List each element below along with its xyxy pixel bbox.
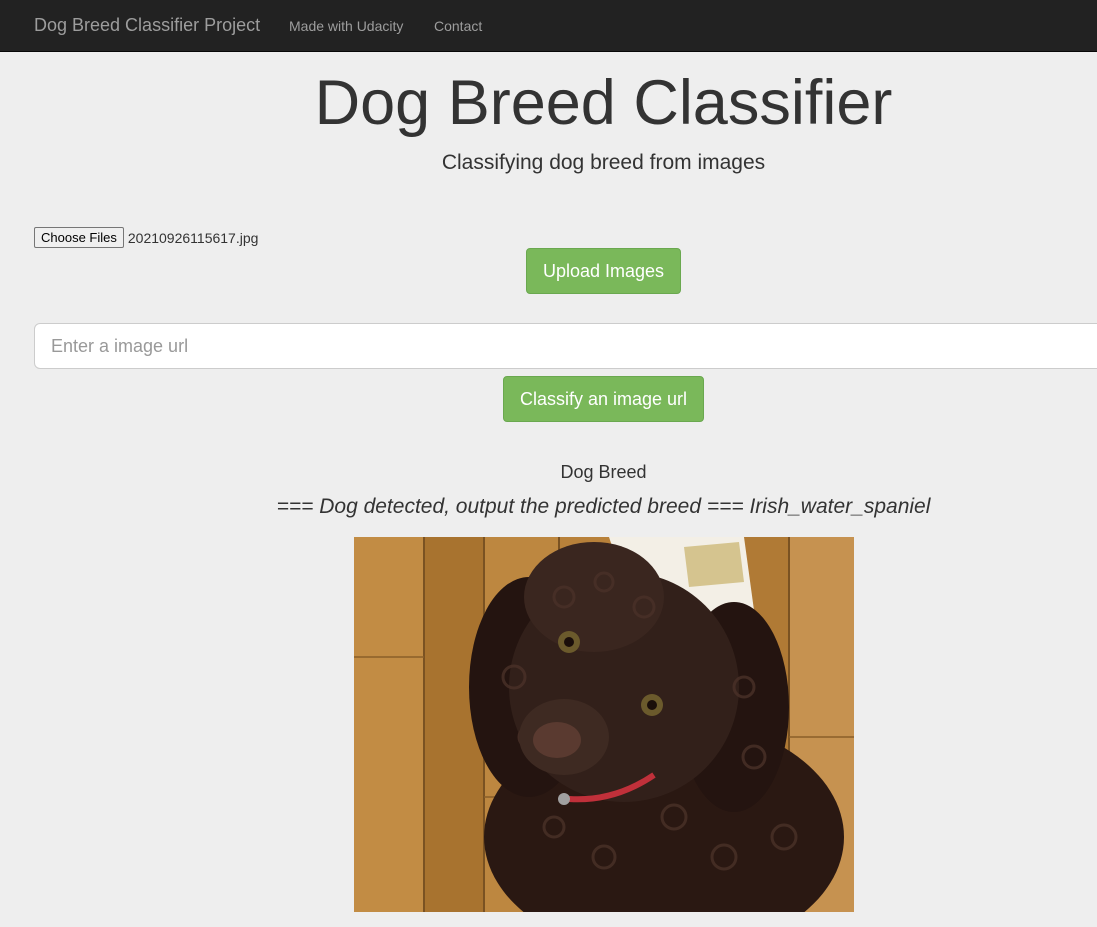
upload-images-button[interactable]: Upload Images	[526, 248, 681, 294]
result-label: Dog Breed	[560, 462, 647, 482]
image-url-input[interactable]	[34, 323, 1097, 369]
classify-url-button[interactable]: Classify an image url	[503, 376, 704, 422]
navbar: Dog Breed Classifier Project Made with U…	[0, 0, 1097, 52]
prediction-text: === Dog detected, output the predicted b…	[276, 495, 931, 518]
page-title: Dog Breed Classifier	[314, 68, 893, 138]
choose-files-button[interactable]: Choose Files	[34, 227, 124, 248]
selected-file-name: 20210926115617.jpg	[127, 229, 259, 246]
page-subtitle: Classifying dog breed from images	[441, 151, 766, 174]
file-input: Choose Files 20210926115617.jpg	[34, 227, 258, 248]
nav-link-made-with-udacity[interactable]: Made with Udacity	[289, 18, 403, 34]
dog-photo	[354, 537, 854, 912]
brand-link[interactable]: Dog Breed Classifier Project	[34, 15, 260, 36]
nav-link-contact[interactable]: Contact	[434, 18, 482, 34]
